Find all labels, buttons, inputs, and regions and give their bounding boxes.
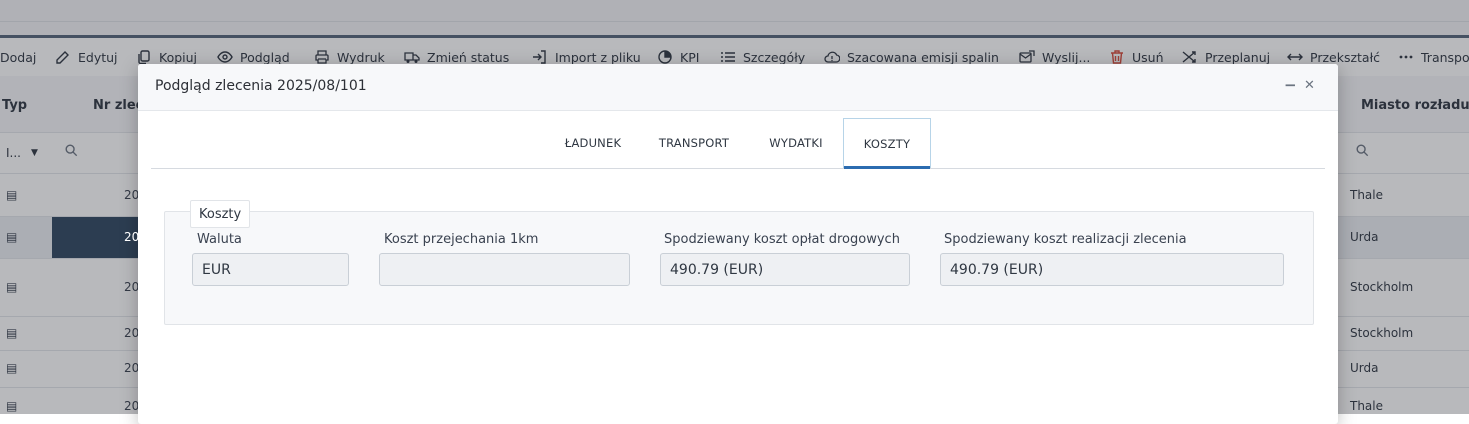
- order-cost-field[interactable]: 490.79 (EUR): [940, 253, 1284, 286]
- tab-ladunek[interactable]: ŁADUNEK: [555, 118, 631, 168]
- cost-per-km-field[interactable]: [379, 253, 630, 286]
- currency-field[interactable]: EUR: [192, 253, 349, 286]
- costs-legend: Koszty: [190, 200, 251, 228]
- cost-per-km-label: Koszt przejechania 1km: [384, 232, 539, 247]
- tab-wydatki[interactable]: WYDATKI: [757, 118, 835, 168]
- tab-transport[interactable]: TRANSPORT: [651, 118, 737, 168]
- tab-koszty[interactable]: KOSZTY: [843, 118, 931, 169]
- dialog-tabs: ŁADUNEK TRANSPORT WYDATKI KOSZTY: [151, 118, 1325, 169]
- minimize-button[interactable]: −: [1284, 76, 1297, 94]
- order-preview-dialog: Podgląd zlecenia 2025/08/101 − ✕ ŁADUNEK…: [138, 64, 1338, 424]
- currency-label: Waluta: [197, 232, 242, 247]
- dialog-header: Podgląd zlecenia 2025/08/101 − ✕: [138, 64, 1338, 111]
- dialog-title: Podgląd zlecenia 2025/08/101: [155, 78, 367, 94]
- close-button[interactable]: ✕: [1304, 78, 1315, 93]
- toll-cost-field[interactable]: 490.79 (EUR): [660, 253, 910, 286]
- row-number: 20: [124, 230, 140, 244]
- app-window: Dodaj Edytuj Kopiuj Podgląd Wydruk Zmień…: [0, 0, 1469, 424]
- order-cost-label: Spodziewany koszt realizacji zlecenia: [944, 232, 1187, 247]
- toll-cost-label: Spodziewany koszt opłat drogowych: [664, 232, 900, 247]
